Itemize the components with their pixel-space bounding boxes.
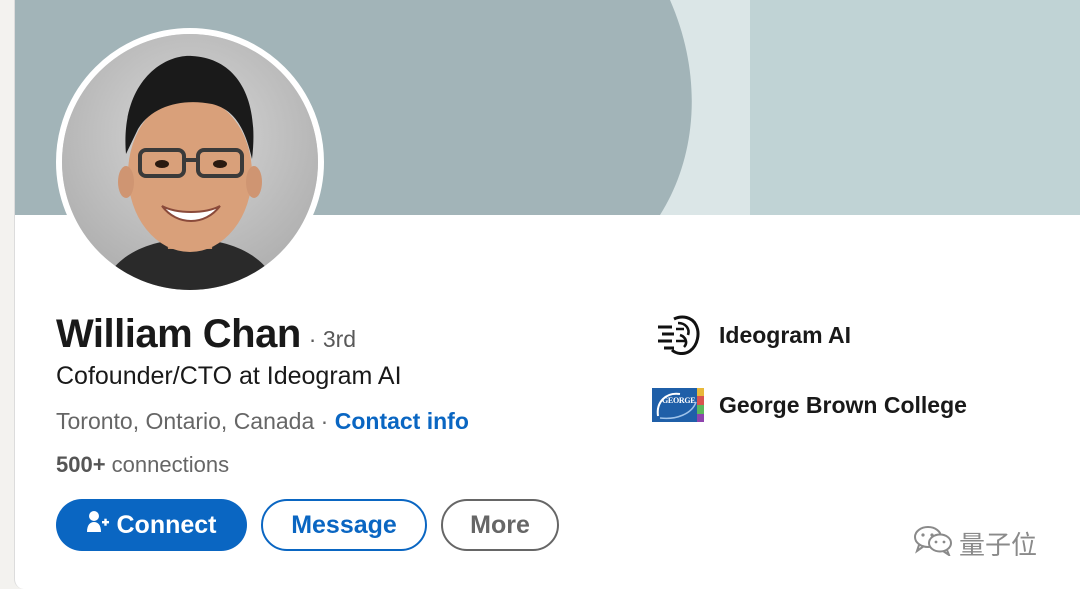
message-button[interactable]: Message: [261, 499, 427, 551]
more-label: More: [470, 510, 530, 539]
connections-count[interactable]: 500+ connections: [56, 452, 229, 478]
profile-photo[interactable]: [56, 28, 324, 296]
location-separator: ·: [314, 408, 335, 434]
org-name-ideogram: Ideogram AI: [719, 321, 852, 348]
watermark: 量子位: [913, 524, 1037, 563]
profile-card: William Chan · 3rd Cofounder/CTO at Ideo…: [14, 0, 1080, 589]
more-button[interactable]: More: [441, 499, 559, 551]
location-row: Toronto, Ontario, Canada · Contact info: [56, 408, 469, 435]
connections-number: 500+: [56, 452, 106, 477]
connect-button[interactable]: Connect: [56, 499, 247, 551]
name-row: William Chan · 3rd: [56, 312, 356, 357]
watermark-text: 量子位: [959, 530, 1038, 560]
connections-label: connections: [105, 452, 230, 477]
connection-degree: · 3rd: [308, 326, 357, 352]
wechat-icon: [913, 524, 959, 563]
connect-label: Connect: [116, 510, 217, 539]
org-george-brown[interactable]: GEORGE BROWN George Brown College: [652, 385, 967, 425]
org-ideogram[interactable]: Ideogram AI: [652, 315, 851, 355]
contact-info-link[interactable]: Contact info: [335, 408, 469, 434]
profile-location: Toronto, Ontario, Canada: [56, 408, 315, 434]
profile-headline: Cofounder/CTO at Ideogram AI: [56, 362, 402, 390]
message-label: Message: [291, 510, 397, 539]
profile-name: William Chan: [56, 312, 301, 356]
ideogram-logo-icon: [652, 315, 704, 355]
add-person-icon: [86, 510, 117, 541]
org-name-george-brown: George Brown College: [719, 391, 967, 418]
george-brown-logo-icon: GEORGE BROWN: [652, 385, 704, 425]
